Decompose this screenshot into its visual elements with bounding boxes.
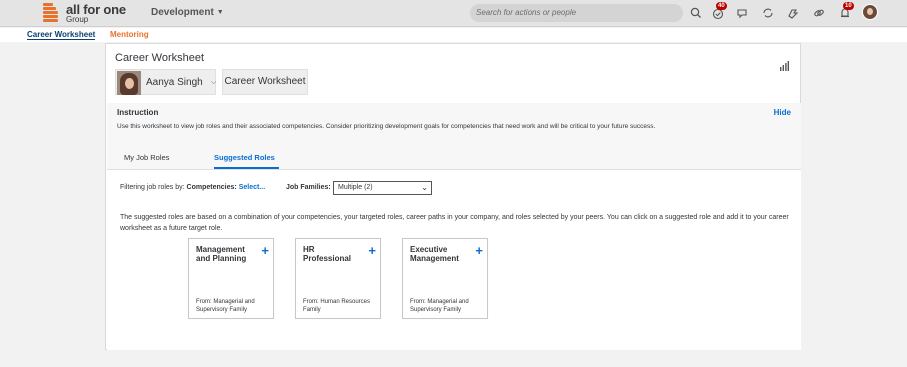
nav-career-worksheet[interactable]: Career Worksheet xyxy=(27,30,96,40)
chart-icon[interactable] xyxy=(779,58,789,71)
job-families-value: Multiple (2) xyxy=(338,184,373,191)
filter-label: Filtering job roles by: Competencies: Se… xyxy=(120,184,265,191)
share-icon[interactable] xyxy=(786,6,800,20)
tab-my-job-roles[interactable]: My Job Roles xyxy=(124,153,169,162)
instruction-title: Instruction xyxy=(117,108,159,117)
nav-mentoring[interactable]: Mentoring xyxy=(110,30,149,39)
competencies-label: Competencies: xyxy=(186,184,237,191)
add-role-icon[interactable]: + xyxy=(368,244,376,257)
competencies-select-link[interactable]: Select... xyxy=(239,184,265,191)
role-card[interactable]: Management and Planning + From: Manageri… xyxy=(188,238,274,319)
role-name: HR Professional xyxy=(303,245,352,263)
logo-mark-icon xyxy=(43,3,59,23)
tasks-icon[interactable]: 40 xyxy=(711,2,727,20)
add-role-icon[interactable]: + xyxy=(261,244,269,257)
tasks-badge: 40 xyxy=(716,2,727,10)
career-worksheet-card: Career Worksheet Aanya Singh ⌵ Career Wo… xyxy=(105,43,801,350)
suggested-roles-panel: Filtering job roles by: Competencies: Se… xyxy=(107,169,801,350)
chevron-down-icon: ⌄ xyxy=(421,183,428,192)
notifications-icon[interactable]: 10 xyxy=(838,2,854,20)
notifications-badge: 10 xyxy=(843,2,854,10)
instruction-text: Use this worksheet to view job roles and… xyxy=(117,123,656,130)
feedback-icon[interactable] xyxy=(736,6,750,20)
logo-subtext: Group xyxy=(66,15,89,24)
job-families-label: Job Families: xyxy=(286,184,331,191)
hide-instruction-link[interactable]: Hide xyxy=(774,108,791,117)
role-family: From: Managerial and Supervisory Family xyxy=(196,299,255,313)
sub-navigation: Career Worksheet Mentoring xyxy=(0,28,907,42)
user-avatar[interactable] xyxy=(862,4,878,20)
page-title: Career Worksheet xyxy=(115,52,205,64)
tab-suggested-roles[interactable]: Suggested Roles xyxy=(214,153,275,162)
filter-prefix: Filtering job roles by: xyxy=(120,184,185,191)
shell-bar: all for one Group Development ▼ Search fo… xyxy=(0,0,907,27)
person-name: Aanya Singh xyxy=(146,77,203,88)
career-worksheet-button[interactable]: Career Worksheet xyxy=(222,69,308,95)
company-logo[interactable]: all for one Group xyxy=(43,2,126,25)
role-card[interactable]: Executive Management + From: Managerial … xyxy=(402,238,488,319)
role-card[interactable]: HR Professional + From: Human Resources … xyxy=(295,238,381,319)
search-input[interactable]: Search for actions or people xyxy=(470,4,683,22)
search-icon[interactable] xyxy=(689,6,703,20)
link-icon[interactable] xyxy=(812,6,826,20)
role-family: From: Human Resources Family xyxy=(303,299,371,313)
person-photo xyxy=(117,71,141,95)
environment-label: Development xyxy=(151,7,214,18)
role-name: Management and Planning xyxy=(196,245,247,263)
chevron-down-icon: ▼ xyxy=(216,8,224,16)
add-role-icon[interactable]: + xyxy=(475,244,483,257)
job-families-select[interactable]: Multiple (2) ⌄ xyxy=(333,181,432,195)
role-family: From: Managerial and Supervisory Family xyxy=(410,299,469,313)
environment-menu[interactable]: Development ▼ xyxy=(151,7,224,18)
suggested-roles-description: The suggested roles are based on a combi… xyxy=(120,214,789,232)
chevron-down-icon: ⌵ xyxy=(211,79,217,86)
person-selector[interactable]: Aanya Singh ⌵ xyxy=(115,69,216,95)
role-name: Executive Management xyxy=(410,245,459,263)
sync-icon[interactable] xyxy=(761,6,775,20)
